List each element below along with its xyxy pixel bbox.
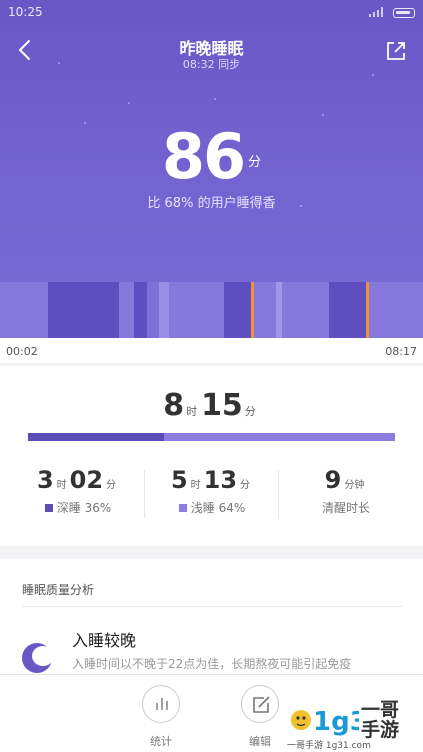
star-decoration (214, 98, 216, 100)
star-decoration (372, 74, 374, 76)
light-minutes-unit: 分 (240, 480, 251, 491)
stats-label: 统计 (150, 735, 172, 748)
light-sleep-segment (119, 282, 134, 338)
edit-button[interactable]: 编辑 (230, 685, 290, 749)
light-sleep-segment (169, 282, 224, 338)
deep-sleep-segment (134, 282, 147, 338)
minutes-unit: 分 (244, 405, 256, 418)
status-bar: 10:25 (0, 0, 423, 24)
edit-icon (253, 696, 270, 713)
deep-sleep-segment (329, 282, 366, 338)
total-hours: 8 (163, 388, 185, 423)
watermark-mascot: 1g31 (291, 707, 359, 737)
light-sleep-segment (369, 282, 423, 338)
signal-icon (369, 7, 383, 17)
sleep-start-time: 00:02 (6, 345, 38, 358)
awake-stat: 9 分钟 清醒时长 (279, 466, 413, 516)
deep-sleep-segment (224, 282, 251, 338)
star-decoration (128, 102, 130, 104)
score-value: 86 (161, 120, 246, 193)
stats-button[interactable]: 统计 (131, 685, 191, 749)
light-sleep-segment (0, 282, 48, 338)
watermark-brand: 1g31 (313, 707, 359, 737)
edit-label: 编辑 (249, 735, 271, 748)
light-sleep-label: 浅睡 64% (190, 501, 246, 515)
sleep-stage-graph[interactable] (0, 282, 423, 338)
hours-unit: 时 (186, 405, 198, 418)
light-sleep-segment (254, 282, 276, 338)
sync-time: 08:32 同步 (182, 58, 241, 71)
deep-hours: 3 (36, 466, 54, 494)
deep-sleep-label: 深睡 36% (56, 501, 112, 515)
score-compare: 比 68% 的用户睡得香 (147, 196, 276, 211)
watermark-url: 一哥手游 1g31.com (287, 741, 371, 751)
light-sleep-swatch (178, 504, 187, 512)
deep-sleep-swatch (44, 504, 53, 512)
deep-sleep-segment (48, 282, 119, 338)
deep-minutes-unit: 分 (106, 480, 117, 491)
sleep-ratio-bar (28, 433, 395, 441)
light-sleep-stat: 5 时 13 分 浅睡 64% (145, 466, 279, 516)
awake-label: 清醒时长 (321, 501, 370, 515)
light-hours: 5 (170, 466, 188, 494)
total-minutes: 15 (201, 388, 243, 423)
deep-minutes: 02 (69, 466, 104, 494)
analysis-tip-description: 入睡时间以不晚于22点为佳，长期熬夜可能引起免疫 (72, 657, 352, 671)
light-sleep-segment (147, 282, 159, 338)
watermark-name: 一哥 手游 (361, 699, 400, 741)
deep-sleep-ratio-fill (28, 433, 164, 441)
sleep-end-time: 08:17 (385, 345, 417, 358)
watermark-logo: 1g31 一哥 手游 一哥手游 1g31.com (287, 694, 417, 751)
sleep-score: 86 分 (0, 120, 423, 193)
sleep-quality-analysis: 睡眠质量分析 入睡较晚 入睡时间以不晚于22点为佳，长期熬夜可能引起免疫 (0, 559, 423, 679)
divider (22, 606, 403, 607)
bar-chart-icon (156, 698, 168, 710)
moon-icon (22, 643, 54, 673)
analysis-tip-title: 入睡较晚 (72, 631, 137, 650)
deep-hours-unit: 时 (56, 480, 67, 491)
light-minutes: 13 (203, 466, 238, 494)
total-duration: 8 时 15 分 (0, 388, 423, 423)
light-hours-unit: 时 (190, 480, 201, 491)
share-button[interactable] (385, 40, 407, 62)
sleep-timeline: 00:02 08:17 (0, 338, 423, 364)
awake-minutes: 9 (324, 466, 342, 494)
light-sleep-segment (282, 282, 329, 338)
status-time: 10:25 (8, 5, 43, 19)
star-decoration (322, 114, 324, 116)
analysis-heading: 睡眠质量分析 (22, 583, 95, 597)
deep-sleep-stat: 3 时 02 分 深睡 36% (11, 466, 145, 516)
sleep-hero: 10:25 昨晚睡眠 08:32 同步 86 分 比 68% 的用户睡得香 (0, 0, 423, 338)
sleep-summary-card: 8 时 15 分 3 时 02 分 深睡 36% 5 时 13 分 浅睡 64% 9 分钟 清醒时长 (0, 366, 423, 546)
battery-icon (393, 8, 415, 18)
star-decoration (58, 62, 60, 64)
share-icon (387, 42, 405, 60)
light-sleep-segment (159, 282, 169, 338)
score-unit: 分 (248, 155, 262, 170)
awake-unit: 分钟 (344, 480, 365, 491)
